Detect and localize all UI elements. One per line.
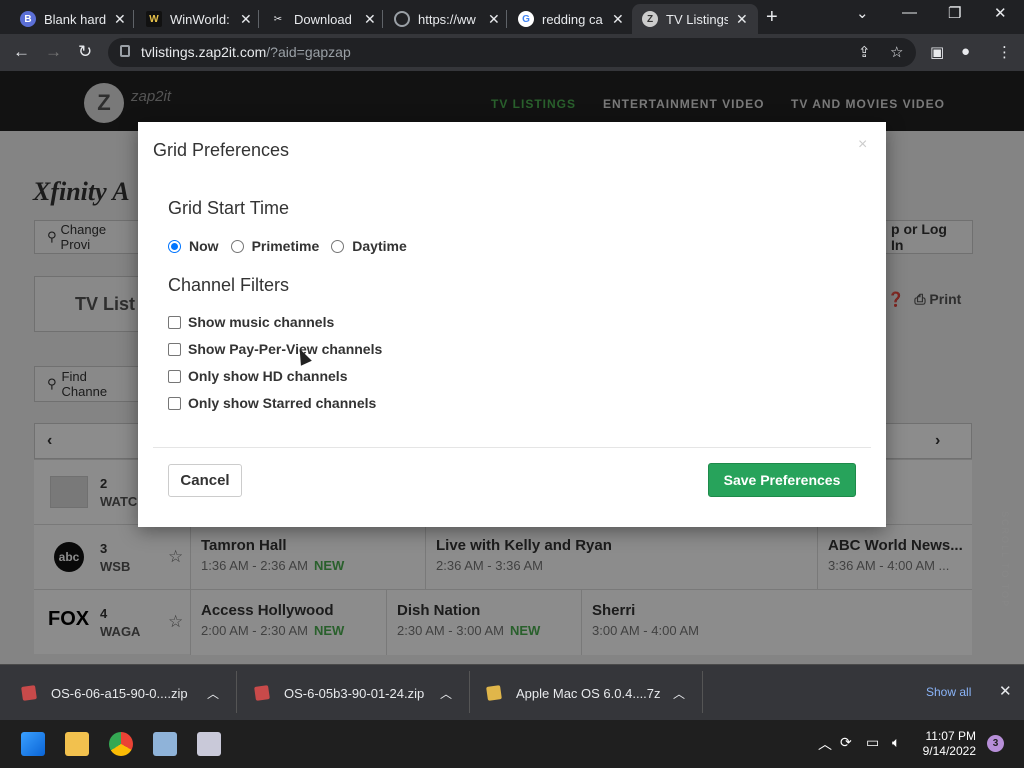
tab-strip: B Blank hard ✕ W WinWorld: ✕ ✂ Download …	[0, 0, 1024, 34]
browser-tab[interactable]: https://ww ✕	[384, 4, 510, 34]
browser-tab[interactable]: G redding ca ✕	[508, 4, 634, 34]
filter-pay-per-view[interactable]: Show Pay-Per-View channels	[168, 341, 382, 357]
chevron-up-icon[interactable]: ︿	[818, 734, 832, 754]
start-time-radio-group: Now Primetime Daytime	[168, 238, 419, 254]
scroll-to-top-link[interactable]: SCROLL TO TOP	[1000, 511, 1010, 608]
tab-separator	[382, 10, 383, 28]
show-all-link[interactable]: Show all	[926, 685, 971, 699]
chevron-up-icon[interactable]: ︿	[207, 685, 219, 702]
sync-icon[interactable]: ⟳	[840, 734, 852, 751]
back-icon[interactable]: ←	[13, 42, 30, 62]
restore-icon[interactable]: ❐	[948, 4, 961, 22]
downloads-bar: OS-6-06-a15-90-0....zip ︿ OS-6-05b3-90-0…	[0, 664, 1024, 720]
close-tab-icon[interactable]: ✕	[364, 11, 376, 28]
channel-filters-heading: Channel Filters	[168, 275, 290, 295]
cancel-button[interactable]: Cancel	[168, 464, 242, 497]
download-site-icon: ✂	[273, 13, 283, 25]
file-explorer-icon[interactable]	[65, 732, 89, 756]
taskbar: ︿ ⟳ ▭ 🔈︎ 11:07 PM 9/14/2022 3	[0, 720, 1024, 768]
windows-start-icon[interactable]	[21, 732, 45, 756]
close-tab-icon[interactable]: ✕	[736, 11, 748, 28]
system-clock[interactable]: 11:07 PM 9/14/2022	[918, 729, 976, 759]
zip-file-icon	[254, 685, 270, 701]
close-tab-icon[interactable]: ✕	[612, 11, 624, 28]
forward-icon[interactable]: →	[45, 42, 62, 62]
web-page: Z zap2it TV LISTINGS ENTERTAINMENT VIDEO…	[0, 71, 1024, 664]
save-preferences-button[interactable]: Save Preferences	[708, 463, 856, 497]
checkbox[interactable]	[168, 369, 181, 383]
lock-icon	[120, 45, 130, 57]
radio-now[interactable]: Now	[168, 238, 219, 254]
new-tab-icon[interactable]: +	[766, 6, 778, 29]
checkbox[interactable]	[168, 342, 181, 356]
side-panel-icon[interactable]: ▣	[930, 43, 944, 61]
reload-icon[interactable]: ↻	[78, 42, 92, 62]
close-tab-icon[interactable]: ✕	[240, 11, 252, 28]
chevron-up-icon[interactable]: ︿	[673, 685, 685, 702]
grid-start-time-heading: Grid Start Time	[168, 198, 290, 218]
divider	[469, 671, 470, 713]
app-icon[interactable]	[197, 732, 221, 756]
bookmark-star-icon[interactable]: ☆	[890, 43, 903, 61]
tab-separator	[506, 10, 507, 28]
chevron-up-icon[interactable]: ︿	[440, 685, 452, 702]
tab-separator	[133, 10, 134, 28]
checkbox[interactable]	[168, 396, 181, 410]
radio-primetime[interactable]: Primetime	[230, 238, 319, 254]
dialog-title: Grid Preferences	[153, 140, 290, 160]
image-app-icon[interactable]	[153, 732, 177, 756]
filter-music-channels[interactable]: Show music channels	[168, 314, 334, 330]
close-icon[interactable]: ×	[858, 136, 867, 154]
filter-starred-only[interactable]: Only show Starred channels	[168, 395, 376, 411]
url-text: tvlistings.zap2it.com/?aid=gapzap	[141, 44, 351, 60]
radio-button[interactable]	[230, 239, 244, 253]
divider	[153, 447, 871, 448]
browser-tab[interactable]: ✂ Download ✕	[260, 4, 386, 34]
checkbox[interactable]	[168, 315, 181, 329]
radio-daytime[interactable]: Daytime	[331, 238, 407, 254]
address-bar[interactable]: tvlistings.zap2it.com/?aid=gapzap	[108, 38, 916, 67]
download-item[interactable]: Apple Mac OS 6.0.4....7z	[486, 665, 661, 721]
download-item[interactable]: OS-6-05b3-90-01-24.zip	[254, 665, 424, 721]
notification-badge[interactable]: 3	[987, 735, 1004, 752]
network-icon[interactable]: ▭	[866, 734, 879, 751]
winworld-icon: W	[146, 11, 162, 27]
close-tab-icon[interactable]: ✕	[488, 11, 500, 28]
divider	[236, 671, 237, 713]
tab-separator	[258, 10, 259, 28]
profile-icon[interactable]: ●	[961, 43, 970, 60]
close-window-icon[interactable]: ✕	[994, 4, 1007, 22]
radio-button[interactable]	[168, 239, 181, 253]
share-icon[interactable]: ⇪	[858, 43, 871, 61]
download-item[interactable]: OS-6-06-a15-90-0....zip	[21, 665, 188, 721]
close-tab-icon[interactable]: ✕	[114, 11, 126, 28]
filter-hd-only[interactable]: Only show HD channels	[168, 368, 347, 384]
globe-icon	[394, 11, 410, 27]
menu-icon[interactable]: ⋮	[997, 43, 1012, 61]
close-icon[interactable]: ✕	[999, 682, 1012, 700]
archive-file-icon	[486, 685, 502, 701]
chrome-icon[interactable]	[109, 732, 133, 756]
browser-tab-active[interactable]: Z TV Listings ✕	[632, 4, 758, 34]
browser-tab[interactable]: W WinWorld: ✕	[136, 4, 262, 34]
browser-tab[interactable]: B Blank hard ✕	[10, 4, 136, 34]
google-icon: G	[518, 11, 534, 27]
volume-icon[interactable]: 🔈︎	[892, 734, 900, 751]
grid-preferences-dialog: Grid Preferences × Grid Start Time Now P…	[138, 122, 886, 527]
zap2it-icon: Z	[642, 11, 658, 27]
zip-file-icon	[21, 685, 37, 701]
site-icon: B	[20, 11, 36, 27]
browser-toolbar: ← → ↻ tvlistings.zap2it.com/?aid=gapzap …	[0, 34, 1024, 71]
radio-button[interactable]	[331, 239, 345, 253]
divider	[702, 671, 703, 713]
tab-search-icon[interactable]: ⌄	[856, 4, 869, 22]
minimize-icon[interactable]: —	[902, 4, 917, 21]
